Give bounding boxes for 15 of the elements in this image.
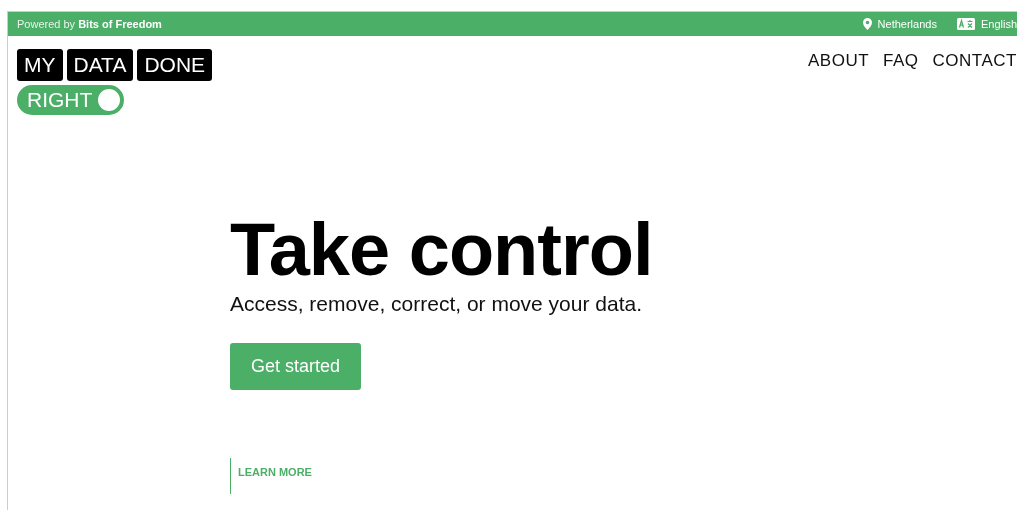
nav-link[interactable]: ABOUT bbox=[808, 51, 870, 115]
hero-title: Take control bbox=[230, 210, 654, 290]
get-started-button[interactable]: Get started bbox=[230, 343, 362, 390]
hero-subtitle: Access, remove, correct, or move your data. bbox=[230, 292, 643, 316]
logo-word: MY bbox=[17, 49, 63, 81]
nav-link[interactable]: CONTACT bbox=[932, 51, 1017, 115]
learn-more-link[interactable]: LEARN MORE bbox=[238, 466, 312, 478]
powered-by-text: Powered by Bits of Freedom bbox=[17, 18, 162, 30]
country-link[interactable]: Netherlands bbox=[877, 18, 937, 30]
nav-link[interactable]: FAQ bbox=[883, 51, 919, 115]
translate-icon bbox=[956, 18, 975, 30]
logo-word: DONE bbox=[137, 49, 213, 81]
language-link[interactable]: English bbox=[980, 18, 1017, 30]
location-pin-icon bbox=[862, 18, 872, 30]
logo-word: DATA bbox=[66, 49, 134, 81]
